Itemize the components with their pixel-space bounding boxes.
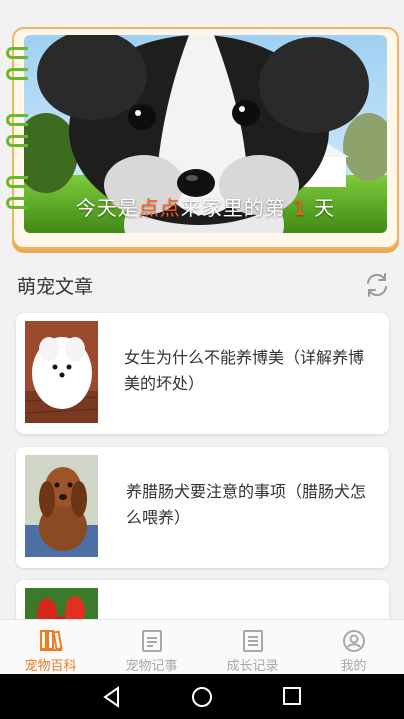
record-icon: [243, 630, 263, 652]
home-icon[interactable]: [191, 686, 213, 708]
hero-photo: 今天是点点来家里的第 1 天: [24, 35, 387, 233]
article-thumbnail: [25, 455, 98, 557]
article-card[interactable]: 养腊肠犬要注意的事项（腊肠犬怎么喂养）: [16, 447, 389, 568]
pet-name: 点点: [138, 196, 181, 220]
tab-label: 宠物记事: [125, 659, 178, 674]
tab-pet-notes[interactable]: 宠物记事: [101, 620, 202, 675]
hero-card[interactable]: 今天是点点来家里的第 1 天: [6, 27, 399, 249]
back-icon[interactable]: [102, 686, 122, 708]
tab-pet-encyclopedia[interactable]: 宠物百科: [0, 620, 101, 675]
binder-ring: [6, 68, 28, 80]
tab-profile[interactable]: 我的: [303, 620, 404, 675]
tab-label: 我的: [340, 659, 367, 674]
caption-middle: 来家里的第: [180, 196, 286, 220]
tab-growth-record[interactable]: 成长记录: [202, 620, 303, 675]
system-nav-bar: [0, 674, 404, 719]
caption-prefix: 今天是: [75, 196, 139, 220]
hero-caption: 今天是点点来家里的第 1 天: [24, 192, 387, 221]
article-card[interactable]: 女生为什么不能养博美（详解养博美的坏处）: [16, 313, 389, 434]
binder-ring: [6, 114, 28, 126]
binder-ring: [6, 176, 28, 188]
day-count: 1: [293, 196, 307, 220]
book-icon: [40, 630, 63, 651]
tab-label: 宠物百科: [24, 659, 77, 674]
user-icon: [343, 630, 365, 652]
article-title: 养腊肠犬要注意的事项（腊肠犬怎么喂养）: [126, 482, 367, 527]
binder-ring: [6, 47, 28, 59]
article-thumbnail: [25, 321, 98, 423]
caption-suffix: 天: [314, 196, 336, 220]
article-title: 女生为什么不能养博美（详解养博美的坏处）: [124, 348, 365, 393]
binder-ring: [6, 135, 28, 147]
binder-ring: [6, 197, 28, 209]
section-title: 萌宠文章: [17, 276, 94, 298]
note-icon: [142, 630, 162, 652]
refresh-icon[interactable]: [364, 272, 390, 298]
tab-label: 成长记录: [226, 659, 279, 674]
recents-icon[interactable]: [282, 686, 302, 706]
bottom-tab-bar: 宠物百科 宠物记事 成长记录 我的: [0, 619, 404, 675]
